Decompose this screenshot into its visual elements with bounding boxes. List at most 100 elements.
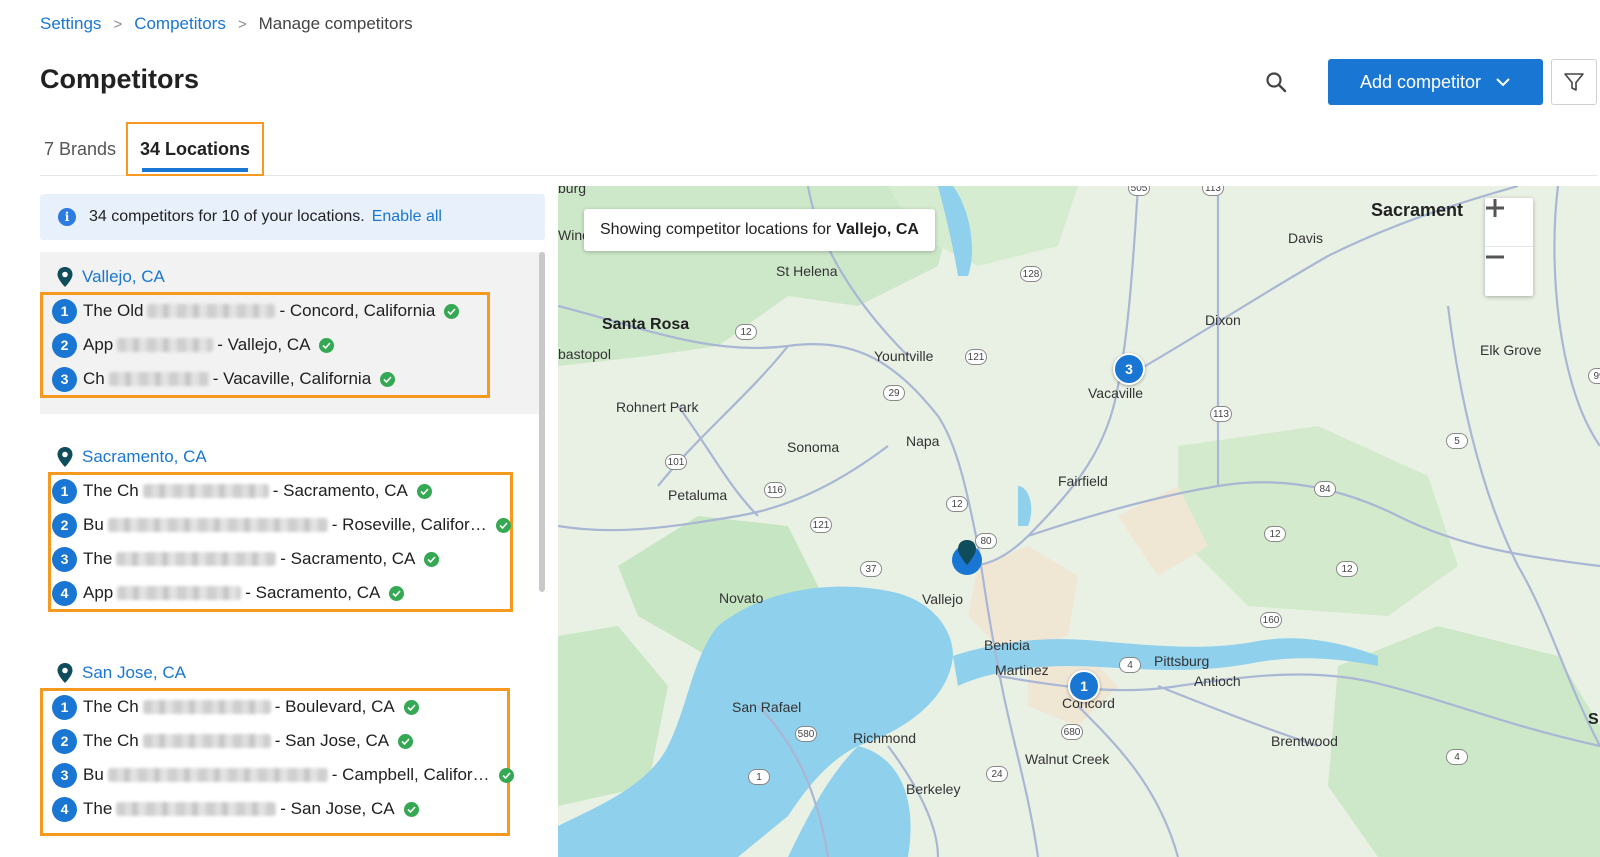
competitor-name-prefix: The [83, 799, 113, 818]
competitor-number: 3 [52, 546, 77, 572]
tab-brands[interactable]: 7 Brands [44, 122, 116, 176]
map-competitor-marker[interactable]: 1 [1068, 670, 1100, 702]
redacted-text [108, 372, 209, 386]
list-scrollbar[interactable] [539, 252, 545, 592]
road-shield: 5 [1446, 433, 1468, 449]
location-header[interactable]: Vallejo, CA [56, 266, 165, 288]
plus-icon [1486, 199, 1504, 217]
tab-locations-label: 34 Locations [139, 138, 251, 159]
competitor-number: 4 [52, 796, 77, 822]
road-shield: 1 [748, 769, 770, 785]
competitor-row[interactable]: 2 App - Vallejo, CA [52, 328, 335, 362]
competitor-row[interactable]: 1 The Old - Concord, California [52, 294, 460, 328]
add-competitor-button[interactable]: Add competitor [1328, 59, 1543, 105]
map-label-napa: Napa [906, 433, 940, 449]
road-shield: 160 [1260, 612, 1282, 628]
competitor-list[interactable]: Vallejo, CA 1 The Old - Concord, Califor… [40, 252, 550, 857]
road-shield: 113 [1210, 406, 1232, 422]
check-circle-icon [416, 483, 432, 499]
redacted-text [142, 734, 271, 748]
map-label-sacramento: Sacrament [1371, 200, 1464, 220]
competitor-city: - San Jose, CA [274, 731, 390, 750]
competitor-row[interactable]: 3 Ch - Vacaville, California [52, 362, 396, 396]
zoom-in-button[interactable] [1485, 198, 1533, 247]
competitor-number: 1 [52, 478, 77, 504]
competitor-number: 2 [52, 728, 77, 754]
competitor-row[interactable]: 3 The - Sacramento, CA [52, 542, 440, 576]
map-label-edge: S [1588, 711, 1599, 728]
info-text: 34 competitors for 10 of your locations. [89, 208, 365, 225]
competitor-city: - San Jose, CA [280, 799, 395, 818]
road-shield: 84 [1314, 481, 1336, 497]
check-circle-icon [403, 699, 419, 715]
map-label-sebastopol: bastopol [558, 346, 611, 362]
competitor-name-prefix: The Ch [83, 731, 139, 750]
competitor-city: - Roseville, Califor… [331, 515, 487, 534]
road-shield: 12 [1336, 561, 1358, 577]
competitor-number: 2 [52, 512, 77, 538]
chevron-right-icon: > [113, 15, 123, 33]
road-shield: 680 [1061, 724, 1083, 740]
minus-icon [1486, 255, 1504, 259]
redacted-text [117, 586, 242, 600]
map-label-benicia: Benicia [984, 637, 1030, 653]
location-group: San Jose, CA 1 The Ch - Boulevard, CA 2 … [40, 648, 545, 857]
map-view[interactable]: Sacrament Davis St Helena Santa Rosa bas… [558, 186, 1600, 857]
road-shield: 29 [883, 385, 905, 401]
map-competitor-marker[interactable]: 3 [1113, 353, 1145, 385]
breadcrumb-competitors[interactable]: Competitors [134, 14, 226, 34]
road-shield: 116 [764, 482, 786, 498]
competitor-city: - Sacramento, CA [272, 481, 408, 500]
filter-button[interactable] [1551, 59, 1597, 105]
road-shield: 580 [795, 726, 817, 742]
check-circle-icon [319, 337, 335, 353]
zoom-out-button[interactable] [1485, 247, 1533, 296]
road-shield: 4 [1119, 657, 1141, 673]
competitor-row[interactable]: 3 Bu - Campbell, Califor… [52, 758, 514, 792]
map-label-davis: Davis [1288, 230, 1324, 246]
map-label-rohnert-park: Rohnert Park [616, 399, 699, 415]
competitor-number: 2 [52, 332, 77, 358]
road-shield: 4 [1446, 749, 1468, 765]
competitor-row[interactable]: 2 The Ch - San Jose, CA [52, 724, 414, 758]
competitor-row[interactable]: 1 The Ch - Boulevard, CA [52, 690, 419, 724]
map-label-vallejo: Vallejo [922, 591, 963, 607]
competitor-row[interactable]: 2 Bu - Roseville, Califor… [52, 508, 511, 542]
map-label-san-rafael: San Rafael [732, 699, 802, 715]
location-name: San Jose, CA [82, 663, 186, 682]
location-header[interactable]: San Jose, CA [56, 662, 186, 684]
location-pin-icon [57, 663, 73, 683]
competitor-row[interactable]: 4 App - Sacramento, CA [52, 576, 405, 610]
search-icon [1266, 72, 1287, 93]
map-label-vacaville: Vacaville [1088, 385, 1143, 401]
redacted-text [116, 802, 277, 816]
map-label-antioch: Antioch [1194, 673, 1241, 689]
check-circle-icon [380, 371, 396, 387]
breadcrumb-settings[interactable]: Settings [40, 14, 101, 34]
competitor-row[interactable]: 4 The - San Jose, CA [52, 792, 419, 826]
check-circle-icon [424, 551, 440, 567]
map-label-pittsburg: Pittsburg [1154, 653, 1210, 669]
info-icon: i [58, 208, 76, 226]
road-shield: 12 [735, 324, 757, 340]
road-shield: 37 [860, 561, 882, 577]
competitor-name-prefix: Ch [83, 369, 105, 388]
check-circle-icon [398, 733, 414, 749]
competitor-city: - Sacramento, CA [280, 549, 416, 568]
competitor-name-prefix: Bu [83, 765, 104, 784]
redacted-text [147, 304, 276, 318]
competitor-row[interactable]: 1 The Ch - Sacramento, CA [52, 474, 432, 508]
check-circle-icon [389, 585, 405, 601]
enable-all-link[interactable]: Enable all [372, 208, 442, 226]
chevron-right-icon: > [237, 15, 247, 33]
location-header[interactable]: Sacramento, CA [56, 446, 207, 468]
map-label-santa-rosa: Santa Rosa [602, 316, 690, 333]
tab-locations[interactable]: 34 Locations [126, 122, 264, 176]
add-competitor-label: Add competitor [1359, 71, 1482, 92]
search-button[interactable] [1260, 66, 1292, 98]
road-shield: 12 [1264, 526, 1286, 542]
page-title: Competitors [40, 64, 200, 94]
map-label-sonoma: Sonoma [787, 439, 840, 455]
competitor-number: 3 [52, 366, 77, 392]
competitor-name-prefix: The Ch [83, 481, 139, 500]
